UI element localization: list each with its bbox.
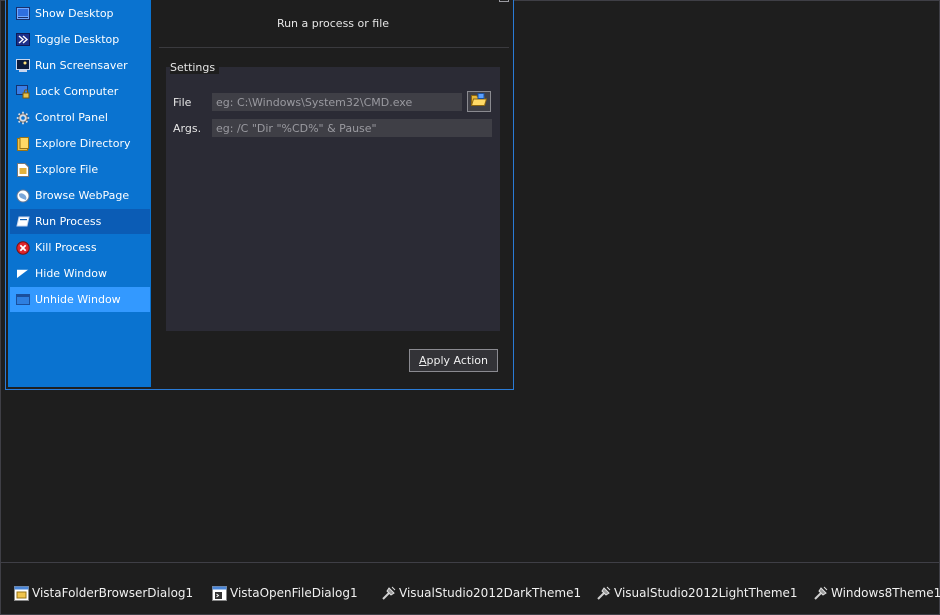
theme-component-icon — [380, 585, 396, 601]
sidebar-item-run-screensaver[interactable]: Run Screensaver — [10, 53, 150, 78]
sidebar-item-show-desktop[interactable]: Show Desktop — [10, 1, 150, 26]
sidebar-item-toggle-desktop[interactable]: Toggle Desktop — [10, 27, 150, 52]
file-icon — [15, 162, 31, 178]
action-sidebar: Show Desktop Toggle Desktop Run Screensa… — [8, 0, 151, 387]
sidebar-item-label: Lock Computer — [35, 85, 119, 98]
sidebar-item-label: Control Panel — [35, 111, 108, 124]
run-process-icon — [15, 214, 31, 230]
tray-item-windows8-theme[interactable]: Windows8Theme1 — [812, 584, 940, 602]
sidebar-item-label: Run Process — [35, 215, 102, 228]
sidebar-item-label: Run Screensaver — [35, 59, 128, 72]
hide-window-icon — [15, 266, 31, 282]
theme-component-icon — [595, 585, 611, 601]
sidebar-item-label: Toggle Desktop — [35, 33, 120, 46]
sidebar-item-label: Hide Window — [35, 267, 107, 280]
sidebar-item-label: Unhide Window — [35, 293, 121, 306]
sidebar-item-label: Explore Directory — [35, 137, 131, 150]
sidebar-item-kill-process[interactable]: Kill Process — [10, 235, 150, 260]
component-tray: VistaFolderBrowserDialog1 VistaOpenFileD… — [1, 563, 940, 614]
sidebar-item-explore-file[interactable]: Explore File — [10, 157, 150, 182]
sidebar-item-label: Browse WebPage — [35, 189, 130, 202]
folder-icon — [15, 136, 31, 152]
action-panel: Run a process or file Settings File Args… — [157, 0, 513, 387]
arguments-input[interactable] — [212, 119, 492, 137]
tray-item-label: VistaOpenFileDialog1 — [230, 586, 358, 600]
sidebar-item-label: Show Desktop — [35, 7, 114, 20]
theme-component-icon — [812, 585, 828, 601]
sidebar-item-label: Kill Process — [35, 241, 97, 254]
tray-item-label: Windows8Theme1 — [831, 586, 940, 600]
file-label: File — [173, 96, 192, 109]
settings-caption: Settings — [170, 61, 220, 74]
apply-label-rest: pply Action — [426, 354, 488, 367]
tray-item-folder-browser-dialog[interactable]: VistaFolderBrowserDialog1 — [13, 584, 193, 602]
kill-process-icon — [15, 240, 31, 256]
apply-mnemonic: A — [418, 354, 427, 367]
sidebar-item-unhide-window[interactable]: Unhide Window — [10, 287, 150, 312]
globe-icon — [15, 188, 31, 204]
sidebar-item-run-process[interactable]: Run Process — [10, 209, 150, 234]
tray-item-vs2012-dark-theme[interactable]: VisualStudio2012DarkTheme1 — [380, 584, 581, 602]
sidebar-item-hide-window[interactable]: Hide Window — [10, 261, 150, 286]
unhide-window-icon — [15, 292, 31, 308]
title-divider — [159, 47, 509, 48]
tray-item-vs2012-light-theme[interactable]: VisualStudio2012LightTheme1 — [595, 584, 798, 602]
sidebar-item-explore-directory[interactable]: Explore Directory — [10, 131, 150, 156]
screensaver-icon — [15, 58, 31, 74]
file-path-input[interactable] — [212, 93, 462, 111]
tray-item-label: VisualStudio2012LightTheme1 — [614, 586, 798, 600]
sidebar-item-control-panel[interactable]: Control Panel — [10, 105, 150, 130]
sidebar-item-lock-computer[interactable]: Lock Computer — [10, 79, 150, 104]
args-label: Args. — [173, 122, 202, 135]
control-panel-icon — [15, 110, 31, 126]
run-process-dialog: Show Desktop Toggle Desktop Run Screensa… — [5, 0, 514, 390]
open-folder-icon — [470, 93, 488, 110]
tray-item-open-file-dialog[interactable]: VistaOpenFileDialog1 — [211, 584, 358, 602]
sidebar-item-browse-webpage[interactable]: Browse WebPage — [10, 183, 150, 208]
browse-file-button[interactable] — [467, 91, 491, 112]
tray-item-label: VisualStudio2012DarkTheme1 — [399, 586, 582, 600]
folder-browser-dialog-icon — [13, 585, 29, 601]
toggle-desktop-icon — [15, 32, 31, 48]
panel-title: Run a process or file — [276, 17, 390, 30]
apply-action-button[interactable]: Apply Action — [409, 349, 498, 372]
tray-item-label: VistaFolderBrowserDialog1 — [32, 586, 194, 600]
lock-computer-icon — [15, 84, 31, 100]
sidebar-item-label: Explore File — [35, 163, 99, 176]
open-file-dialog-icon — [211, 585, 227, 601]
show-desktop-icon — [15, 6, 31, 22]
